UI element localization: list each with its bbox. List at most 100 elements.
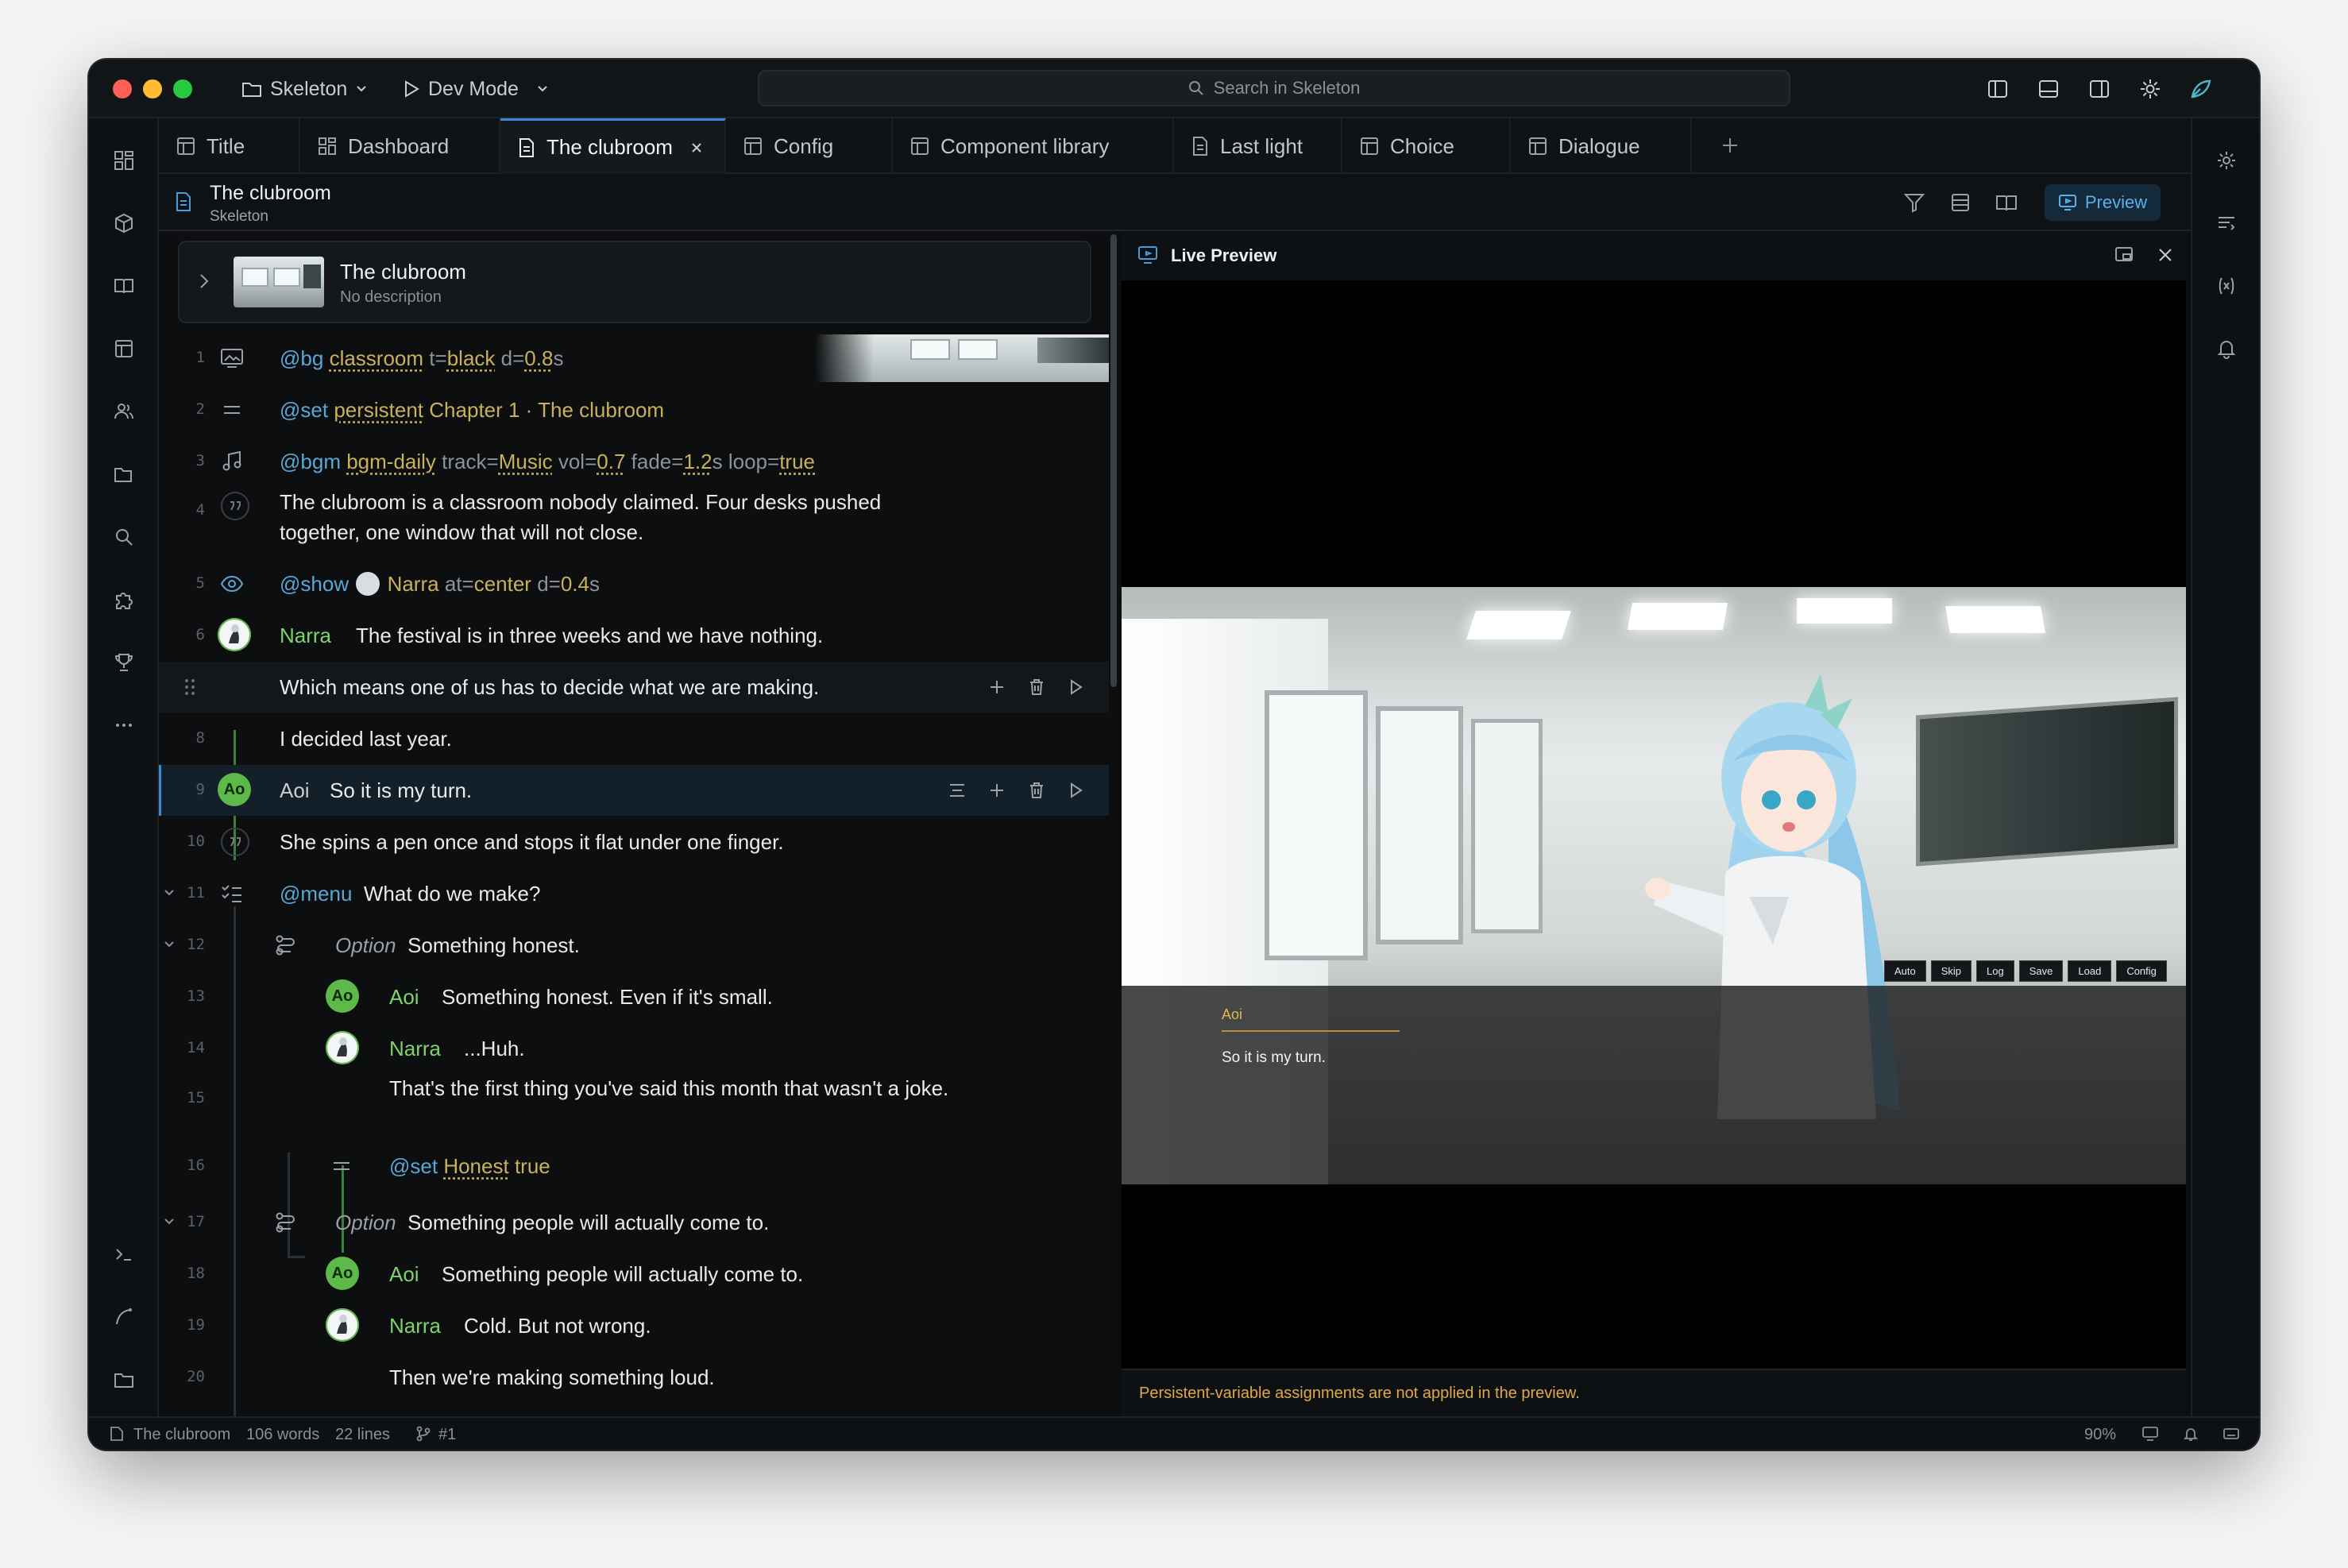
chevron-right-icon[interactable]: [199, 272, 210, 290]
book-open-icon[interactable]: [1995, 191, 2018, 214]
folder-icon[interactable]: [104, 1360, 144, 1400]
collapse-chevron-icon[interactable]: [164, 889, 175, 897]
dialogue-box[interactable]: Aoi So it is my turn.: [1122, 986, 2186, 1184]
app-logo-icon[interactable]: [2186, 74, 2216, 104]
save-button[interactable]: Save: [2018, 960, 2064, 982]
status-branch[interactable]: #1: [438, 1426, 456, 1444]
param-value[interactable]: 0.7: [597, 450, 625, 473]
close-tab-icon[interactable]: [690, 141, 703, 154]
tab-config[interactable]: Config: [726, 118, 893, 174]
script-line-8[interactable]: 8 I decided last year.: [159, 713, 1109, 764]
script-line-2[interactable]: 2 @set persistent Chapter 1 · The clubro…: [159, 384, 1109, 435]
script-line-18[interactable]: 18 Ao Aoi Something people will actually…: [159, 1249, 1109, 1300]
variable-name[interactable]: Honest: [443, 1154, 508, 1178]
tab-title[interactable]: Title: [159, 118, 300, 174]
collapse-chevron-icon[interactable]: [164, 1218, 175, 1226]
close-preview-icon[interactable]: [2157, 247, 2173, 263]
maximize-window-button[interactable]: [173, 79, 192, 98]
book-icon[interactable]: [104, 266, 144, 306]
keyboard-status-icon[interactable]: [2222, 1426, 2240, 1442]
script-line-12[interactable]: 12 Option Something honest.: [159, 920, 1109, 971]
script-line-16[interactable]: 16 @set Honest true: [159, 1141, 1109, 1191]
speaker-name[interactable]: Narra: [389, 1311, 441, 1341]
option-text[interactable]: Something honest.: [407, 933, 580, 957]
scrollbar-thumb[interactable]: [1110, 234, 1117, 687]
outline-icon[interactable]: [2207, 203, 2246, 243]
script-line-19[interactable]: 19 Narra Cold. But not wrong.: [159, 1300, 1109, 1351]
speaker-name[interactable]: Narra: [280, 620, 331, 651]
auto-button[interactable]: Auto: [1884, 960, 1926, 982]
param-value[interactable]: black: [447, 346, 496, 370]
search-icon[interactable]: [104, 517, 144, 557]
speaker-name[interactable]: Narra: [389, 1033, 441, 1064]
command-arg[interactable]: classroom: [330, 346, 423, 370]
speaker-name[interactable]: Aoi: [280, 775, 310, 805]
tab-component-library[interactable]: Component library: [893, 118, 1174, 174]
curve-icon[interactable]: [104, 1297, 144, 1337]
tab-the-clubroom[interactable]: The clubroom: [500, 118, 726, 174]
cube-icon[interactable]: [104, 203, 144, 243]
more-icon[interactable]: [104, 705, 144, 745]
status-zoom[interactable]: 90%: [2084, 1426, 2116, 1444]
script-line-15[interactable]: 15 That's the first thing you've said th…: [159, 1073, 1109, 1138]
preview-button[interactable]: Preview: [2045, 184, 2161, 221]
script-line-20[interactable]: 20 Then we're making something loud.: [159, 1352, 1109, 1403]
speaker-name[interactable]: Aoi: [389, 982, 419, 1012]
collapse-chevron-icon[interactable]: [164, 940, 175, 948]
tab-last-light[interactable]: Last light: [1174, 118, 1342, 174]
delete-trash-icon[interactable]: [1025, 778, 1048, 802]
minimize-window-button[interactable]: [143, 79, 162, 98]
mode-selector[interactable]: Dev Mode: [403, 74, 549, 104]
drag-handle-icon[interactable]: [184, 678, 195, 697]
command-arg[interactable]: persistent: [334, 398, 423, 422]
param-value[interactable]: true: [779, 450, 815, 473]
param-value[interactable]: center: [474, 572, 531, 596]
option-text[interactable]: Something people will actually come to.: [407, 1211, 769, 1234]
script-line-4[interactable]: 4 The clubroom is a classroom nobody cla…: [159, 487, 1109, 552]
param-value[interactable]: 0.8: [524, 346, 553, 370]
character-name[interactable]: Narra: [388, 572, 439, 596]
gear-icon[interactable]: [2207, 141, 2246, 180]
tab-choice[interactable]: Choice: [1342, 118, 1511, 174]
script-line-9[interactable]: 9 Ao Aoi So it is my turn.: [159, 765, 1109, 816]
layout-icon[interactable]: [104, 329, 144, 369]
script-line-5[interactable]: 5 @show Narra at=center d=0.4s: [159, 558, 1109, 609]
script-line-3[interactable]: 3 @bgm bgm-daily track=Music vol=0.7 fad…: [159, 436, 1109, 487]
param-value[interactable]: 1.2: [683, 450, 712, 473]
config-button[interactable]: Config: [2116, 960, 2167, 982]
folder-open-icon[interactable]: [104, 454, 144, 494]
script-line-7[interactable]: Which means one of us has to decide what…: [159, 662, 1109, 713]
trophy-icon[interactable]: [104, 643, 144, 682]
play-line-icon[interactable]: [1064, 675, 1088, 699]
param-value[interactable]: 0.4: [561, 572, 589, 596]
add-line-plus-icon[interactable]: [985, 675, 1009, 699]
bell-icon[interactable]: [2207, 329, 2246, 369]
list-view-icon[interactable]: [1949, 191, 1971, 214]
editor-scrollbar[interactable]: [1109, 231, 1118, 1416]
search-input[interactable]: Search in Skeleton: [758, 70, 1790, 106]
play-line-icon[interactable]: [1064, 778, 1088, 802]
settings-gear-icon[interactable]: [2135, 74, 2165, 104]
command-arg[interactable]: bgm-daily: [346, 450, 436, 473]
toggle-left-sidebar-icon[interactable]: [1983, 74, 2013, 104]
script-line-14[interactable]: 14 Narra ...Huh.: [159, 1023, 1109, 1074]
load-button[interactable]: Load: [2068, 960, 2112, 982]
monitor-status-icon[interactable]: [2141, 1426, 2159, 1442]
new-tab-plus-icon[interactable]: [1720, 136, 1740, 155]
toggle-right-sidebar-icon[interactable]: [2084, 74, 2114, 104]
menu-lines-icon[interactable]: [945, 778, 969, 802]
characters-icon[interactable]: [104, 392, 144, 431]
variables-icon[interactable]: [2207, 266, 2246, 306]
script-line-6[interactable]: 6 Narra The festival is in three weeks a…: [159, 610, 1109, 661]
toggle-bottom-panel-icon[interactable]: [2033, 74, 2064, 104]
scene-card[interactable]: The clubroom No description: [178, 241, 1091, 323]
log-button[interactable]: Log: [1976, 960, 2014, 982]
param-value[interactable]: Music: [499, 450, 553, 473]
script-line-11[interactable]: 11 @menu What do we make?: [159, 868, 1109, 919]
script-line-17[interactable]: 17 Option Something people will actually…: [159, 1197, 1109, 1248]
terminal-icon[interactable]: [104, 1234, 144, 1274]
add-line-plus-icon[interactable]: [985, 778, 1009, 802]
close-window-button[interactable]: [113, 79, 132, 98]
filter-icon[interactable]: [1903, 191, 1925, 214]
delete-trash-icon[interactable]: [1025, 675, 1048, 699]
